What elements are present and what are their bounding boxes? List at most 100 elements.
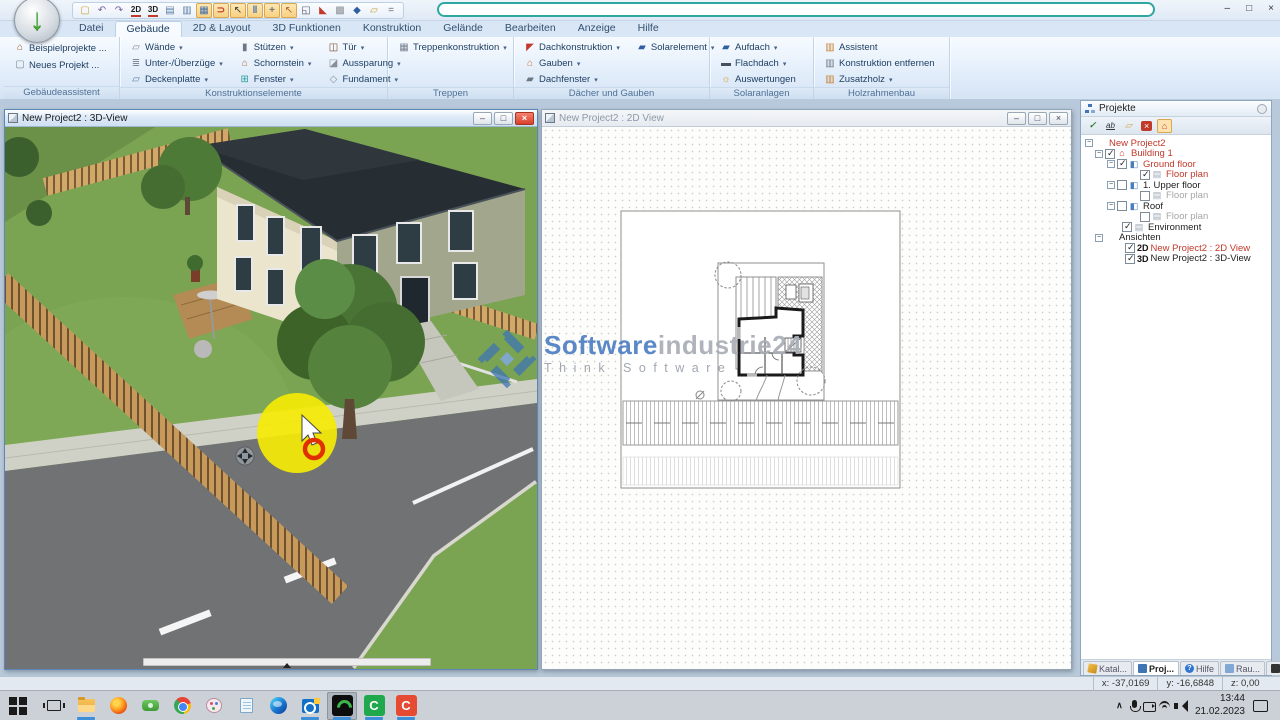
ribbon-tab[interactable]: 2D & Layout: [182, 21, 262, 37]
tree-expander-icon[interactable]: [1095, 150, 1103, 158]
columns-button[interactable]: ▮ Stützen ▾: [236, 40, 315, 55]
paint-icon[interactable]: [199, 692, 229, 720]
tree-item[interactable]: 1. Upper floor: [1082, 180, 1271, 191]
pattern-icon[interactable]: ▩: [332, 3, 348, 18]
window-button[interactable]: ⊞ Fenster ▾: [236, 72, 315, 87]
ribbon-tab[interactable]: Konstruktion: [352, 21, 432, 37]
tree-checkbox[interactable]: [1117, 180, 1127, 190]
tree-item[interactable]: Floor plan: [1082, 212, 1271, 223]
tree-checkbox[interactable]: [1140, 170, 1150, 180]
tree-checkbox[interactable]: [1140, 191, 1150, 201]
tree-item[interactable]: 2D New Project2 : 2D View: [1082, 243, 1271, 254]
tray-expand-icon[interactable]: [1112, 697, 1127, 715]
sample-projects-button[interactable]: ⌂ Beispielprojekte ... ▾: [11, 40, 112, 56]
more-icon[interactable]: =: [383, 3, 399, 18]
redo-icon[interactable]: ↷: [111, 3, 127, 18]
tab-hilfe[interactable]: Hilfe: [1180, 661, 1219, 675]
tree-checkbox[interactable]: [1140, 212, 1150, 222]
notepad-icon[interactable]: [231, 692, 261, 720]
close-button[interactable]: ×: [1268, 3, 1274, 14]
grid-icon[interactable]: ▦: [196, 3, 212, 18]
new-file-icon[interactable]: ▢: [77, 3, 93, 18]
panel-pin-button[interactable]: [1257, 104, 1267, 114]
solar-element-button[interactable]: ▰ Solarelement ▾: [633, 40, 718, 55]
edge-icon[interactable]: [263, 692, 293, 720]
tree-expander-icon[interactable]: [1085, 139, 1093, 147]
tree-item[interactable]: Environment: [1082, 222, 1271, 233]
split-vertical-icon[interactable]: ▥: [179, 3, 195, 18]
ribbon-tab[interactable]: Gebäude: [115, 21, 182, 37]
minimize-button[interactable]: –: [1225, 3, 1231, 14]
2d-plan-canvas[interactable]: [542, 127, 1071, 669]
restore-button[interactable]: □: [1246, 3, 1252, 14]
red-c-app-icon[interactable]: [391, 692, 421, 720]
wifi-icon[interactable]: [1157, 697, 1172, 715]
select-cursor-icon[interactable]: ↖: [230, 3, 246, 18]
3d-close-button[interactable]: ×: [515, 112, 534, 125]
tree-item[interactable]: Floor plan: [1082, 191, 1271, 202]
tree-item[interactable]: Ansichten: [1082, 233, 1271, 244]
tree-checkbox[interactable]: [1125, 243, 1135, 253]
split-horizontal-icon[interactable]: ▤: [162, 3, 178, 18]
task-view-button[interactable]: [39, 692, 69, 720]
3d-minimize-button[interactable]: –: [473, 112, 492, 125]
stair-construction-button[interactable]: ▦ Treppenkonstruktion ▾: [395, 40, 510, 55]
dormers-button[interactable]: ⌂ Gauben ▾: [521, 56, 623, 71]
ribbon-tab[interactable]: Anzeige: [567, 21, 627, 37]
microphone-icon[interactable]: [1127, 697, 1142, 715]
tree-item[interactable]: Building 1: [1082, 149, 1271, 160]
beams-button[interactable]: ≣ Unter-/Überzüge ▾: [127, 56, 226, 71]
file-explorer-icon[interactable]: [71, 692, 101, 720]
chrome-icon[interactable]: [167, 692, 197, 720]
pointer-icon[interactable]: ↖: [281, 3, 297, 18]
volume-icon[interactable]: [1172, 697, 1187, 715]
chimney-button[interactable]: ⌂ Schornstein ▾: [236, 56, 315, 71]
undo-icon[interactable]: ↶: [94, 3, 110, 18]
tab-raum[interactable]: Rau...: [1220, 661, 1265, 675]
tree-expander-icon[interactable]: [1107, 181, 1115, 189]
tree-expander-icon[interactable]: [1107, 202, 1115, 210]
copy-window-icon[interactable]: ◱: [298, 3, 314, 18]
assistant-button[interactable]: ▥ Assistent ▾: [821, 40, 942, 55]
flat-roof-solar-button[interactable]: ▬ Flachdach ▾: [717, 56, 806, 71]
axes-icon[interactable]: +: [264, 3, 280, 18]
tree-checkbox[interactable]: [1117, 201, 1127, 211]
columns-icon[interactable]: ‖: [247, 3, 263, 18]
tree-checkbox[interactable]: [1125, 254, 1135, 264]
2d-close-button[interactable]: ×: [1049, 112, 1068, 125]
tree-item[interactable]: 3D New Project2 : 3D-View: [1082, 254, 1271, 265]
tree-expander-icon[interactable]: [1095, 234, 1103, 242]
snap-magnet-icon[interactable]: ⊃: [213, 3, 229, 18]
3d-view-icon[interactable]: 3D: [145, 3, 161, 18]
tree-item[interactable]: Roof: [1082, 201, 1271, 212]
tree-item[interactable]: Floor plan: [1082, 170, 1271, 181]
tab-katalog[interactable]: Katal...: [1083, 661, 1132, 675]
camera-icon[interactable]: [1142, 697, 1157, 715]
3d-restore-button[interactable]: □: [494, 112, 513, 125]
ribbon-tab[interactable]: Datei: [68, 21, 115, 37]
tree-checkbox[interactable]: [1105, 149, 1115, 159]
tree-item[interactable]: Ground floor: [1082, 159, 1271, 170]
walls-button[interactable]: ▱ Wände ▾: [127, 40, 226, 55]
3d-scene-canvas[interactable]: [5, 127, 537, 669]
firefox-icon[interactable]: [103, 692, 133, 720]
ribbon-tab[interactable]: Bearbeiten: [494, 21, 567, 37]
remove-construction-button[interactable]: ▥ Konstruktion entfernen ▾: [821, 56, 942, 71]
rename-icon[interactable]: ab: [1103, 119, 1118, 133]
wedge-icon[interactable]: ◆: [349, 3, 365, 18]
evaluations-button[interactable]: ☼ Auswertungen ▾: [717, 72, 806, 87]
ribbon-tab[interactable]: Gelände: [432, 21, 494, 37]
skylight-button[interactable]: ▰ Dachfenster ▾: [521, 72, 623, 87]
notification-icon[interactable]: [1253, 700, 1268, 712]
ribbon-tab[interactable]: 3D Funktionen: [262, 21, 352, 37]
screen-recorder-icon[interactable]: [135, 692, 165, 720]
roof-tool-icon[interactable]: ◣: [315, 3, 331, 18]
building-icon[interactable]: ⌂: [1157, 119, 1172, 133]
new-project-button[interactable]: ▢ Neues Projekt ... ▾: [11, 57, 112, 73]
outlook-icon[interactable]: [295, 692, 325, 720]
import-icon[interactable]: ▱: [1121, 119, 1136, 133]
floor-slab-button[interactable]: ▱ Deckenplatte ▾: [127, 72, 226, 87]
delete-icon[interactable]: ×: [1139, 119, 1154, 133]
tree-checkbox[interactable]: [1122, 222, 1132, 232]
tree-checkbox[interactable]: [1117, 159, 1127, 169]
